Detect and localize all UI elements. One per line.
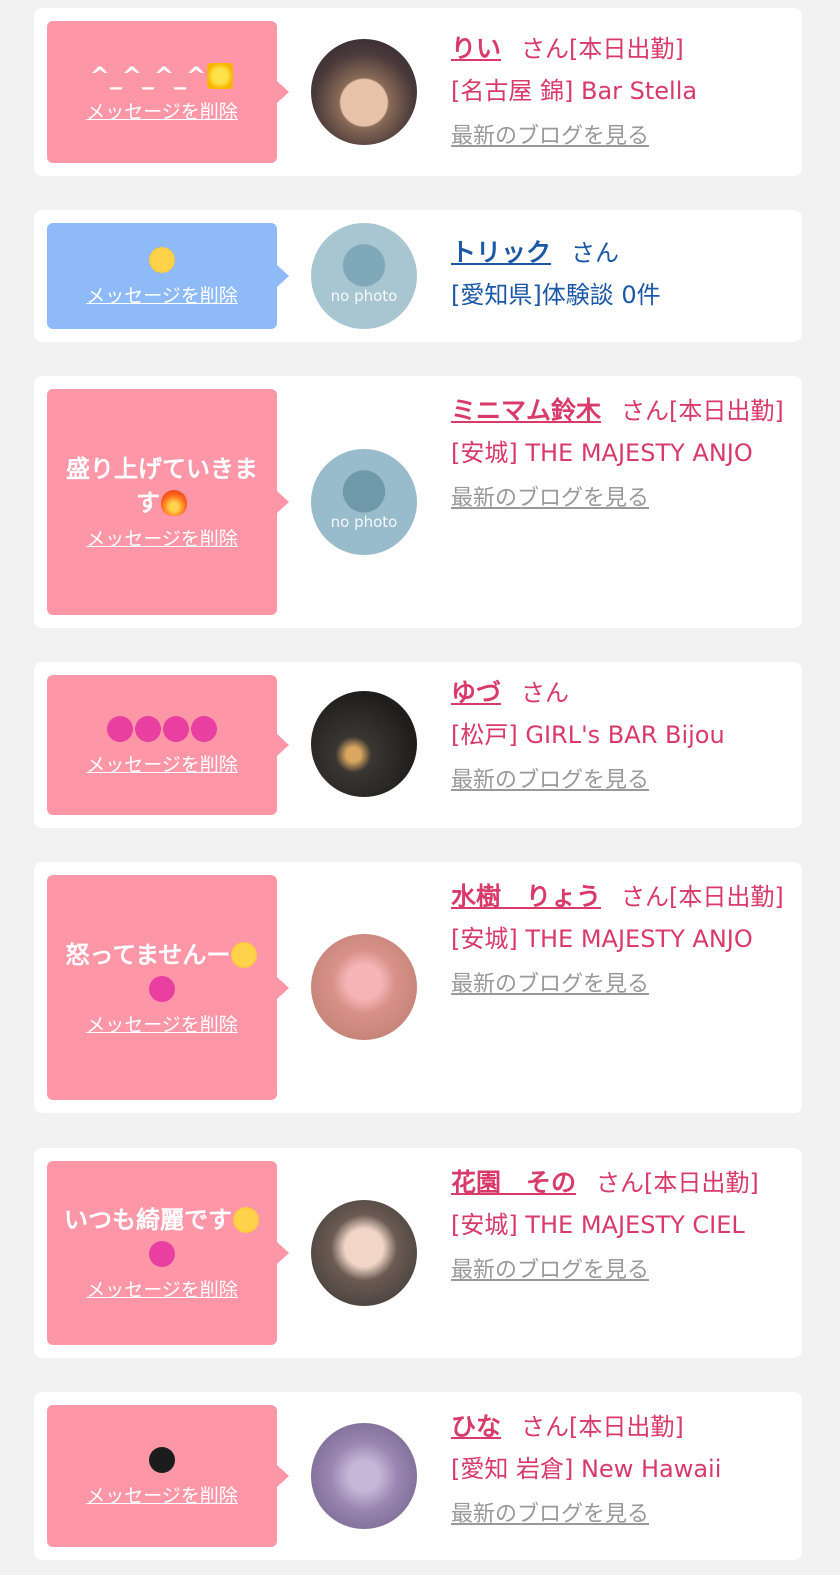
- message-card: メッセージを削除 no photo トリック さん [愛知県]体験談 0件: [34, 210, 802, 342]
- avatar[interactable]: no photo: [311, 223, 417, 329]
- message-text: [98, 712, 226, 746]
- attendance-status: [本日出勤]: [569, 35, 684, 63]
- san-label: さん: [621, 397, 670, 425]
- delete-message-link[interactable]: メッセージを削除: [86, 526, 238, 552]
- no-photo-label: no photo: [330, 287, 398, 305]
- latest-blog-link[interactable]: 最新のブログを見る: [451, 116, 796, 158]
- user-info: ミニマム鈴木 さん[本日出勤] [安城] THE MAJESTY ANJO 最新の…: [451, 390, 796, 520]
- message-text: [140, 243, 184, 277]
- user-name-link[interactable]: ミニマム鈴木: [451, 396, 601, 425]
- user-info: りい さん[本日出勤] [名古屋 錦] Bar Stella 最新のブログを見る: [451, 28, 796, 158]
- shop-name: [名古屋 錦] Bar Stella: [451, 77, 698, 105]
- avatar[interactable]: [311, 934, 417, 1040]
- message-text: ^_^_^_^: [82, 59, 242, 93]
- attendance-status: [本日出勤]: [569, 1413, 684, 1441]
- delete-message-link[interactable]: メッセージを削除: [86, 1277, 238, 1303]
- message-card: メッセージを削除 ゆづ さん [松戸] GIRL's BAR Bijou 最新のブ…: [34, 662, 802, 828]
- san-label: さん: [521, 1413, 570, 1441]
- message-text: 怒ってませんー: [58, 938, 267, 1006]
- message-bubble: メッセージを削除: [47, 223, 289, 329]
- pleading-face-icon: [231, 941, 258, 968]
- user-name-link[interactable]: 花園 その: [451, 1168, 576, 1197]
- user-info: 水樹 りょう さん[本日出勤] [安城] THE MAJESTY ANJO 最新の…: [451, 876, 796, 1006]
- latest-blog-link[interactable]: 最新のブログを見る: [451, 760, 796, 802]
- user-name-link[interactable]: 水樹 りょう: [451, 882, 601, 911]
- user-name-link[interactable]: ひな: [451, 1412, 501, 1441]
- san-label: さん: [521, 35, 570, 63]
- heart-icon: [148, 975, 175, 1002]
- user-name-link[interactable]: りい: [451, 34, 501, 63]
- delete-message-link[interactable]: メッセージを削除: [86, 1483, 238, 1509]
- attendance-status: [本日出勤]: [644, 1169, 759, 1197]
- message-card: 怒ってませんー メッセージを削除 水樹 りょう さん[本日出勤] [安城] THE…: [34, 862, 802, 1113]
- delete-message-link[interactable]: メッセージを削除: [86, 283, 238, 309]
- smiling-face-icon: [233, 1207, 259, 1233]
- attendance-status: [本日出勤]: [669, 883, 784, 911]
- user-info: トリック さん [愛知県]体験談 0件: [451, 232, 796, 316]
- user-info: ひな さん[本日出勤] [愛知 岩倉] New Hawaii 最新のブログを見る: [451, 1406, 796, 1536]
- message-bubble: 盛り上げていきます メッセージを削除: [47, 389, 289, 615]
- message-text: いつも綺麗です: [56, 1203, 268, 1271]
- message-bubble: いつも綺麗です メッセージを削除: [47, 1161, 289, 1345]
- sparkling-heart-icon: [149, 1241, 175, 1267]
- delete-message-link[interactable]: メッセージを削除: [86, 99, 238, 125]
- message-bubble: メッセージを削除: [47, 675, 289, 815]
- delete-message-link[interactable]: メッセージを削除: [86, 1012, 238, 1038]
- no-photo-label: no photo: [330, 513, 398, 531]
- san-label: さん: [521, 679, 570, 707]
- message-card: メッセージを削除 ひな さん[本日出勤] [愛知 岩倉] New Hawaii 最…: [34, 1392, 802, 1560]
- message-bubble: メッセージを削除: [47, 1405, 289, 1547]
- shop-name: [安城] THE MAJESTY ANJO: [451, 439, 753, 467]
- heart-icon: [135, 716, 161, 742]
- user-info: ゆづ さん [松戸] GIRL's BAR Bijou 最新のブログを見る: [451, 672, 796, 802]
- user-info: 花園 その さん[本日出勤] [安城] THE MAJESTY CIEL 最新のブ…: [451, 1162, 796, 1292]
- latest-blog-link[interactable]: 最新のブログを見る: [451, 1494, 796, 1536]
- message-text: [140, 1443, 184, 1477]
- avatar[interactable]: [311, 691, 417, 797]
- message-bubble: ^_^_^_^ メッセージを削除: [47, 21, 289, 163]
- heart-icon: [191, 716, 217, 742]
- shop-name: [安城] THE MAJESTY ANJO: [451, 925, 753, 953]
- latest-blog-link[interactable]: 最新のブログを見る: [451, 1250, 796, 1292]
- shop-name: [愛知 岩倉] New Hawaii: [451, 1455, 722, 1483]
- latest-blog-link[interactable]: 最新のブログを見る: [451, 964, 796, 1006]
- star-emoji-icon: [207, 63, 234, 89]
- message-card: ^_^_^_^ メッセージを削除 りい さん[本日出勤] [名古屋 錦] Bar …: [34, 8, 802, 176]
- shop-name: [安城] THE MAJESTY CIEL: [451, 1211, 745, 1239]
- kissing-face-icon: [149, 247, 175, 273]
- message-bubble: 怒ってませんー メッセージを削除: [47, 875, 289, 1100]
- message-card: 盛り上げていきます メッセージを削除 no photo ミニマム鈴木 さん[本日出…: [34, 376, 802, 628]
- black-heart-icon: [149, 1447, 175, 1473]
- avatar[interactable]: [311, 1423, 417, 1529]
- heart-icon: [163, 716, 189, 742]
- shop-name: [松戸] GIRL's BAR Bijou: [451, 721, 725, 749]
- attendance-status: [本日出勤]: [669, 397, 784, 425]
- user-name-link[interactable]: ゆづ: [451, 678, 501, 707]
- heart-icon: [107, 716, 133, 742]
- avatar[interactable]: [311, 1200, 417, 1306]
- message-card: いつも綺麗です メッセージを削除 花園 その さん[本日出勤] [安城] THE …: [34, 1148, 802, 1358]
- shop-name: [愛知県]体験談 0件: [451, 281, 661, 309]
- message-text: 盛り上げていきます: [66, 455, 258, 517]
- avatar[interactable]: [311, 39, 417, 145]
- latest-blog-link[interactable]: 最新のブログを見る: [451, 478, 796, 520]
- delete-message-link[interactable]: メッセージを削除: [86, 752, 238, 778]
- fire-emoji-icon: [161, 490, 187, 516]
- avatar[interactable]: no photo: [311, 449, 417, 555]
- san-label: さん: [571, 239, 620, 267]
- san-label: さん: [621, 883, 670, 911]
- san-label: さん: [596, 1169, 645, 1197]
- user-name-link[interactable]: トリック: [451, 238, 551, 267]
